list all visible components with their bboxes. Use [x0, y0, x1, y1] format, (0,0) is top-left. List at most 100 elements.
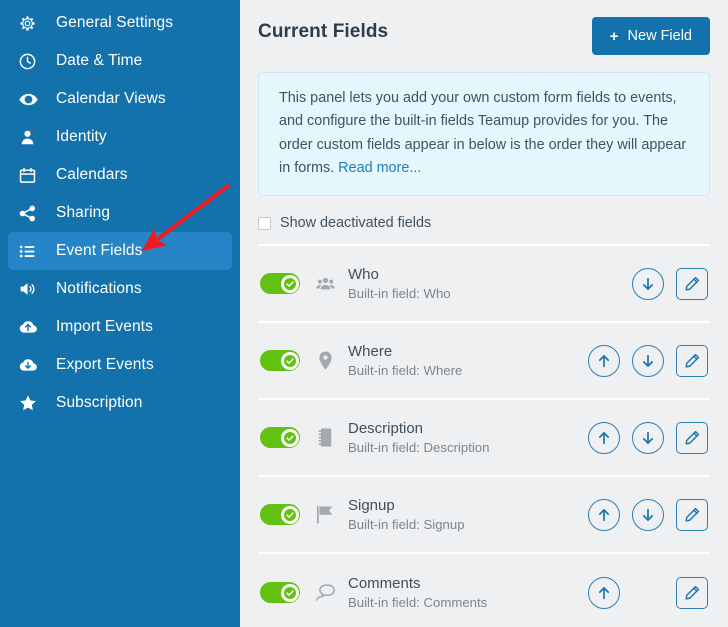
toggle-check-icon	[280, 583, 299, 602]
field-enabled-toggle[interactable]	[260, 427, 300, 449]
field-actions	[588, 421, 708, 454]
field-enabled-toggle[interactable]	[260, 504, 300, 526]
gear-icon	[18, 12, 44, 34]
edit-field-button[interactable]	[676, 344, 708, 377]
main-content: Current Fields + New Field This panel le…	[240, 0, 728, 627]
field-subtitle: Built-in field: Who	[348, 286, 451, 302]
show-deactivated-row: Show deactivated fields	[258, 215, 710, 231]
field-name: Who	[348, 265, 379, 283]
page-title: Current Fields	[258, 21, 389, 42]
move-up-button[interactable]	[588, 498, 620, 531]
arrow-up-icon	[596, 585, 612, 601]
sidebar-item-sharing[interactable]: Sharing	[8, 194, 232, 232]
field-text: Signup Built-in field: Signup	[348, 496, 588, 534]
pencil-icon	[684, 430, 700, 445]
sidebar-item-label: Subscription	[56, 394, 143, 411]
field-list: Who Built-in field: Who Where Built-in fiel…	[258, 244, 710, 627]
field-text: Description Built-in field: Description	[348, 419, 588, 457]
move-up-button[interactable]	[588, 421, 620, 454]
move-down-button[interactable]	[632, 267, 664, 300]
toggle-check-icon	[280, 505, 299, 524]
move-up-button[interactable]	[588, 576, 620, 609]
list-icon	[18, 240, 44, 262]
show-deactivated-checkbox[interactable]	[258, 216, 271, 230]
sidebar-item-import-events[interactable]: Import Events	[8, 308, 232, 346]
new-field-button[interactable]: + New Field	[591, 17, 710, 55]
field-actions	[588, 344, 708, 377]
sidebar-item-label: Import Events	[56, 318, 153, 335]
sidebar-item-event-fields[interactable]: Event Fields	[8, 232, 232, 270]
move-down-button[interactable]	[632, 421, 664, 454]
edit-field-button[interactable]	[676, 498, 708, 531]
main-header: Current Fields + New Field	[240, 0, 728, 55]
sidebar-item-label: Calendar Views	[56, 90, 166, 107]
move-up-button[interactable]	[588, 344, 620, 377]
sidebar-item-notifications[interactable]: Notifications	[8, 270, 232, 308]
flag-icon	[314, 504, 336, 526]
field-actions	[588, 498, 708, 531]
field-name: Where	[348, 342, 393, 360]
field-enabled-toggle[interactable]	[260, 582, 300, 604]
field-row: Who Built-in field: Who	[258, 246, 710, 324]
field-subtitle: Built-in field: Description	[348, 440, 490, 456]
plus-icon: +	[609, 27, 619, 45]
field-actions	[588, 267, 708, 300]
speaker-icon	[18, 278, 44, 300]
field-enabled-toggle[interactable]	[260, 273, 300, 295]
field-actions	[588, 576, 708, 609]
field-text: Who Built-in field: Who	[348, 265, 588, 303]
move-down-button[interactable]	[632, 344, 664, 377]
cloud-download-icon	[18, 354, 44, 376]
sidebar-item-label: Export Events	[56, 356, 154, 373]
sidebar-item-label: Notifications	[56, 280, 142, 297]
clock-icon	[18, 50, 44, 72]
sidebar-item-calendars[interactable]: Calendars	[8, 156, 232, 194]
arrow-up-icon	[596, 430, 612, 446]
pencil-icon	[684, 507, 700, 522]
people-icon	[314, 273, 336, 295]
sidebar-item-label: Sharing	[56, 204, 111, 221]
calendar-icon	[18, 164, 44, 186]
info-banner: This panel lets you add your own custom …	[258, 72, 710, 197]
field-name: Signup	[348, 496, 395, 514]
read-more-link[interactable]: Read more...	[338, 160, 421, 176]
edit-field-button[interactable]	[676, 421, 708, 454]
field-subtitle: Built-in field: Signup	[348, 517, 465, 533]
new-field-button-label: New Field	[627, 28, 692, 44]
sidebar-item-identity[interactable]: Identity	[8, 118, 232, 156]
sidebar-item-date-time[interactable]: Date & Time	[8, 42, 232, 80]
map-pin-icon	[314, 350, 336, 372]
pencil-icon	[684, 276, 700, 291]
field-row: Where Built-in field: Where	[258, 323, 710, 401]
field-subtitle: Built-in field: Comments	[348, 595, 488, 611]
info-banner-text: This panel lets you add your own custom …	[279, 87, 689, 180]
eye-icon	[18, 88, 44, 110]
field-name: Comments	[348, 574, 421, 592]
sidebar-item-label: Identity	[56, 128, 107, 145]
sidebar-item-subscription[interactable]: Subscription	[8, 384, 232, 422]
toggle-check-icon	[280, 274, 299, 293]
sidebar-item-general-settings[interactable]: General Settings	[8, 4, 232, 42]
show-deactivated-label: Show deactivated fields	[280, 215, 432, 232]
sidebar-item-export-events[interactable]: Export Events	[8, 346, 232, 384]
field-subtitle: Built-in field: Where	[348, 363, 463, 379]
share-icon	[18, 202, 44, 224]
comment-icon	[314, 582, 336, 604]
person-icon	[18, 126, 44, 148]
sidebar-item-calendar-views[interactable]: Calendar Views	[8, 80, 232, 118]
star-icon	[18, 392, 44, 414]
edit-field-button[interactable]	[676, 267, 708, 300]
toggle-check-icon	[280, 428, 299, 447]
notebook-icon	[314, 427, 336, 449]
arrow-down-icon	[640, 430, 656, 446]
field-name: Description	[348, 419, 424, 437]
move-down-button[interactable]	[632, 498, 664, 531]
sidebar-item-label: Event Fields	[56, 242, 143, 259]
toggle-check-icon	[280, 351, 299, 370]
pencil-icon	[684, 353, 700, 368]
field-text: Comments Built-in field: Comments	[348, 574, 588, 612]
edit-field-button[interactable]	[676, 576, 708, 609]
cloud-upload-icon	[18, 316, 44, 338]
sidebar-item-label: Calendars	[56, 166, 128, 183]
field-enabled-toggle[interactable]	[260, 350, 300, 372]
